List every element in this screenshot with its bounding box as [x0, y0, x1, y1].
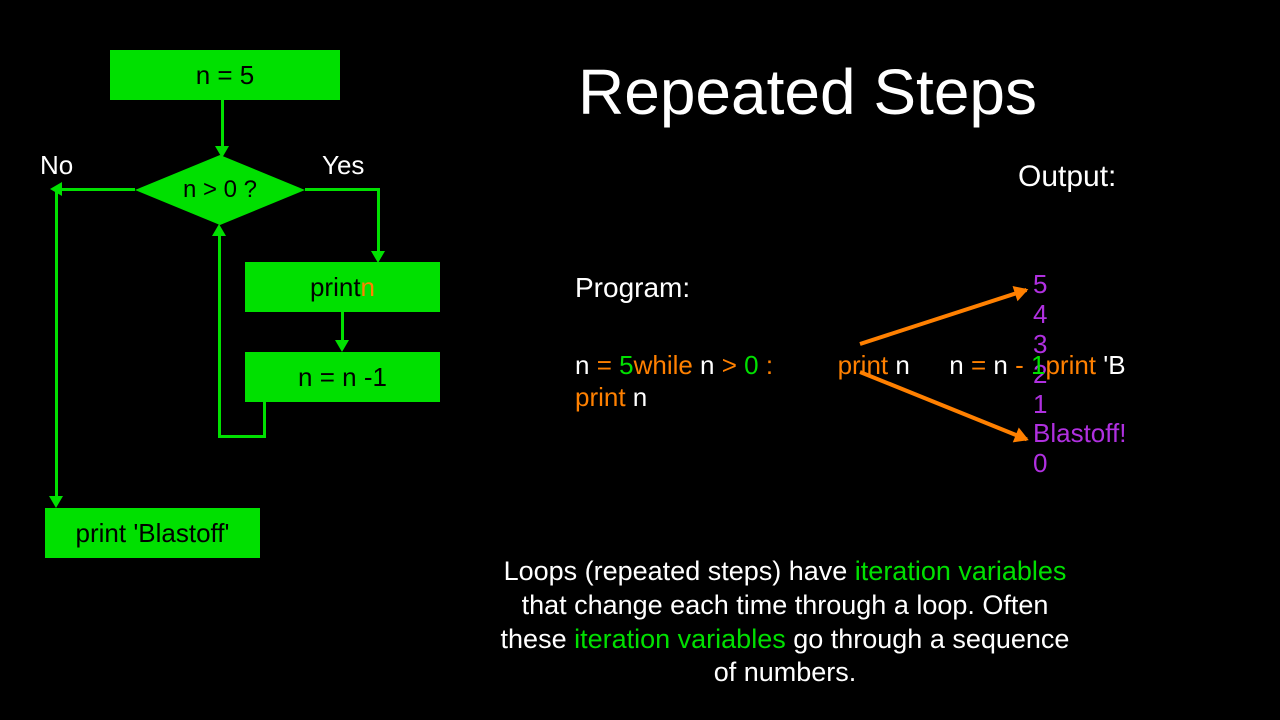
code-seg: n	[575, 350, 597, 380]
output-val-1: 4	[1033, 300, 1126, 330]
arrow-yes-v	[377, 188, 380, 253]
expl-line-4: of numbers.	[335, 656, 1235, 690]
expl-line-2: that change each time through a loop. Of…	[335, 589, 1235, 623]
print-var: n	[361, 272, 375, 303]
code-seg: print	[1045, 350, 1096, 380]
expl-seg: go through a sequence	[786, 624, 1070, 654]
arrow-no-v-head	[49, 496, 63, 508]
output-val-0: 5	[1033, 270, 1126, 300]
arrow-print-dec-head	[335, 340, 349, 352]
expl-line-3: these iteration variables go through a s…	[335, 623, 1235, 657]
code-seg: :	[766, 350, 773, 380]
expl-seg: iteration variables	[574, 624, 786, 654]
arrow-loop-v2	[218, 235, 221, 438]
explanation: Loops (repeated steps) have iteration va…	[335, 555, 1235, 690]
output-val-6: 0	[1033, 449, 1126, 479]
code-seg: 0	[744, 350, 766, 380]
arrow-yes-head	[371, 251, 385, 263]
code-seg: n	[626, 382, 648, 412]
arrow-print-dec	[341, 312, 344, 342]
no-label: No	[40, 150, 73, 181]
code-seg: n	[949, 350, 971, 380]
expl-seg: Loops (repeated steps) have	[504, 556, 855, 586]
code-seg: -	[1015, 350, 1031, 380]
slide-title: Repeated Steps	[578, 55, 1037, 129]
flow-decision: n > 0 ?	[135, 155, 305, 225]
arrow-loop-head	[212, 224, 226, 236]
code-seg: =	[597, 350, 619, 380]
expl-seg: iteration variables	[855, 556, 1067, 586]
output-val-4: 1	[1033, 390, 1126, 420]
code-seg: while	[634, 350, 693, 380]
code-seg: 5	[619, 350, 633, 380]
arrow-loop-h	[218, 435, 266, 438]
code-seg: =	[971, 350, 993, 380]
print-prefix: print	[310, 272, 361, 303]
arrow-loop-v1	[263, 402, 266, 437]
yes-label: Yes	[322, 150, 364, 181]
arrow-no-v	[55, 188, 58, 498]
output-label: Output:	[1018, 160, 1116, 194]
flow-box-print-n: print n	[245, 262, 440, 312]
arrow-init-decision-head	[215, 146, 229, 158]
output-val-5: Blastoff!	[1033, 419, 1126, 449]
flow-box-init: n = 5	[110, 50, 340, 100]
code-seg: >	[722, 350, 744, 380]
orange-arrow-1	[859, 288, 1027, 346]
program-label: Program:	[575, 272, 690, 304]
flow-box-decrement: n = n -1	[245, 352, 440, 402]
code-seg: 'B	[1096, 350, 1126, 380]
code-seg: print	[575, 382, 626, 412]
flow-box-blastoff: print 'Blastoff'	[45, 508, 260, 558]
expl-seg: these	[501, 624, 575, 654]
arrow-init-decision	[221, 100, 224, 148]
code-seg: n	[888, 350, 910, 380]
code-line-1: n = 5while n > 0 : print n n = n - 1prin…	[575, 350, 1126, 381]
code-line-2: print n	[575, 382, 647, 413]
arrow-no-h	[60, 188, 135, 191]
expl-line-1: Loops (repeated steps) have iteration va…	[335, 555, 1235, 589]
code-seg: 1	[1031, 350, 1045, 380]
code-seg: n	[993, 350, 1015, 380]
arrow-yes-h	[305, 188, 380, 191]
code-seg: n	[693, 350, 722, 380]
flow-decision-text: n > 0 ?	[183, 176, 257, 204]
